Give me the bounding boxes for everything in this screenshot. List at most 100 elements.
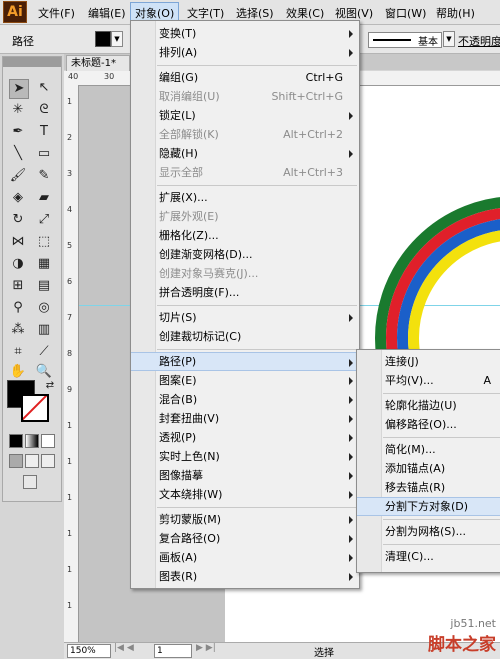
swap-colors-icon[interactable]: ⇄	[41, 377, 59, 395]
lasso-tool-icon[interactable]: ᘓ	[35, 101, 53, 119]
menu-type[interactable]: 文字(T)	[187, 5, 224, 21]
none-mode-icon[interactable]	[41, 434, 55, 448]
menu-item[interactable]: 透视(P)	[131, 428, 359, 447]
concentric-rings-artwork[interactable]	[367, 158, 500, 358]
menu-item[interactable]: 拼合透明度(F)...	[131, 283, 359, 302]
screen-mode-icon[interactable]	[23, 475, 37, 489]
submenu-arrow-icon	[349, 491, 353, 499]
rotate-tool-icon[interactable]: ↻	[9, 211, 27, 229]
panel-grip[interactable]	[3, 57, 61, 67]
free-transform-tool-icon[interactable]: ⬚	[35, 233, 53, 251]
opacity-label[interactable]: 不透明度	[458, 33, 500, 49]
paintbrush-tool-icon[interactable]: 🖌	[9, 167, 27, 185]
scale-tool-icon[interactable]: ⤢	[35, 211, 53, 229]
menu-item[interactable]: 编组(G)Ctrl+G	[131, 68, 359, 87]
ruler-label: 30	[104, 72, 114, 81]
watermark: jb51.net 脚本之家	[428, 617, 496, 655]
zoom-level-field[interactable]: 150%	[67, 644, 111, 658]
menu-item-label: 图表(R)	[159, 567, 197, 586]
pen-tool-icon[interactable]: ✒	[9, 123, 27, 141]
next-page-icon[interactable]: ▶ ▶|	[196, 643, 216, 653]
page-number-field[interactable]: 1	[154, 644, 192, 658]
menu-separator	[157, 305, 357, 306]
menu-edit[interactable]: 编辑(E)	[88, 5, 126, 21]
hand-tool-icon[interactable]: ✋	[9, 363, 27, 381]
width-tool-icon[interactable]: ⋈	[9, 233, 27, 251]
menu-item[interactable]: 简化(M)...	[357, 440, 500, 459]
ruler-label: 1	[67, 529, 72, 538]
menu-item[interactable]: 轮廓化描边(U)	[357, 396, 500, 415]
menu-item[interactable]: 图表(R)	[131, 567, 359, 586]
fill-dropdown-icon[interactable]: ▼	[111, 31, 123, 47]
submenu-arrow-icon	[349, 150, 353, 158]
menu-item-label: 封套扭曲(V)	[159, 409, 219, 428]
gradient-tool-icon[interactable]: ▤	[35, 277, 53, 295]
eraser-tool-icon[interactable]: ▰	[35, 189, 53, 207]
stroke-color-box[interactable]	[21, 394, 49, 422]
type-tool-icon[interactable]: T	[35, 123, 53, 141]
menu-item[interactable]: 复合路径(O)	[131, 529, 359, 548]
direct-selection-tool-icon[interactable]: ↖	[35, 79, 53, 97]
shape-builder-tool-icon[interactable]: ◑	[9, 255, 27, 273]
menu-item[interactable]: 路径(P)	[131, 352, 359, 371]
perspective-grid-tool-icon[interactable]: ▦	[35, 255, 53, 273]
document-tab[interactable]: 未标题-1* @	[66, 55, 130, 71]
menu-item[interactable]: 混合(B)	[131, 390, 359, 409]
menu-item[interactable]: 创建渐变网格(D)...	[131, 245, 359, 264]
submenu-arrow-icon	[349, 535, 353, 543]
first-page-icon[interactable]: |◀ ◀	[114, 643, 134, 653]
pencil-tool-icon[interactable]: ✎	[35, 167, 53, 185]
menu-item[interactable]: 封套扭曲(V)	[131, 409, 359, 428]
menu-select[interactable]: 选择(S)	[236, 5, 274, 21]
line-tool-icon[interactable]: ╲	[9, 145, 27, 163]
tools-panel: ➤ ↖ ✳ ᘓ ✒ T ╲ ▭ 🖌 ✎ ◈ ▰ ↻ ⤢ ⋈ ⬚ ◑ ▦ ⊞ ▤ …	[2, 56, 62, 502]
menu-item[interactable]: 图案(E)	[131, 371, 359, 390]
color-mode-icon[interactable]	[9, 434, 23, 448]
mesh-tool-icon[interactable]: ⊞	[9, 277, 27, 295]
menu-item[interactable]: 栅格化(Z)...	[131, 226, 359, 245]
submenu-arrow-icon	[349, 434, 353, 442]
draw-inside-icon[interactable]	[41, 454, 55, 468]
menu-item[interactable]: 扩展(X)...	[131, 188, 359, 207]
draw-behind-icon[interactable]	[25, 454, 39, 468]
menu-item[interactable]: 变换(T)	[131, 24, 359, 43]
menu-item[interactable]: 分割下方对象(D)	[357, 497, 500, 516]
stroke-style-arrow-icon[interactable]: ▼	[443, 31, 455, 47]
selection-tool-icon[interactable]: ➤	[9, 79, 29, 99]
menu-item[interactable]: 连接(J)	[357, 352, 500, 371]
menu-file[interactable]: 文件(F)	[38, 5, 75, 21]
menu-item[interactable]: 平均(V)...A	[357, 371, 500, 390]
fill-color-swatch[interactable]	[95, 31, 111, 47]
menu-item[interactable]: 切片(S)	[131, 308, 359, 327]
symbol-sprayer-tool-icon[interactable]: ⁂	[9, 321, 27, 339]
slice-tool-icon[interactable]: ⟋	[35, 343, 53, 361]
menu-item[interactable]: 画板(A)	[131, 548, 359, 567]
magic-wand-tool-icon[interactable]: ✳	[9, 101, 27, 119]
menu-item[interactable]: 分割为网格(S)...	[357, 522, 500, 541]
gradient-mode-icon[interactable]	[25, 434, 39, 448]
menu-item[interactable]: 偏移路径(O)...	[357, 415, 500, 434]
menu-effect[interactable]: 效果(C)	[286, 5, 324, 21]
menu-item[interactable]: 添加锚点(A)	[357, 459, 500, 478]
blend-tool-icon[interactable]: ◎	[35, 299, 53, 317]
menu-item[interactable]: 隐藏(H)	[131, 144, 359, 163]
menu-item[interactable]: 图像描摹	[131, 466, 359, 485]
menu-view[interactable]: 视图(V)	[335, 5, 373, 21]
menu-item[interactable]: 移去锚点(R)	[357, 478, 500, 497]
menu-item[interactable]: 清理(C)...	[357, 547, 500, 566]
artboard-tool-icon[interactable]: ⌗	[9, 343, 27, 361]
blob-brush-tool-icon[interactable]: ◈	[9, 189, 27, 207]
menu-item[interactable]: 锁定(L)	[131, 106, 359, 125]
menu-window[interactable]: 窗口(W)	[385, 5, 426, 21]
menu-item[interactable]: 排列(A)	[131, 43, 359, 62]
menu-item[interactable]: 文本绕排(W)	[131, 485, 359, 504]
menu-help[interactable]: 帮助(H)	[436, 5, 475, 21]
column-graph-tool-icon[interactable]: ▥	[35, 321, 53, 339]
menu-item[interactable]: 实时上色(N)	[131, 447, 359, 466]
draw-normal-icon[interactable]	[9, 454, 23, 468]
menu-item[interactable]: 创建裁切标记(C)	[131, 327, 359, 346]
menu-item[interactable]: 剪切蒙版(M)	[131, 510, 359, 529]
eyedropper-tool-icon[interactable]: ⚲	[9, 299, 27, 317]
rectangle-tool-icon[interactable]: ▭	[35, 145, 53, 163]
stroke-style-dropdown[interactable]: 基本	[368, 32, 442, 48]
